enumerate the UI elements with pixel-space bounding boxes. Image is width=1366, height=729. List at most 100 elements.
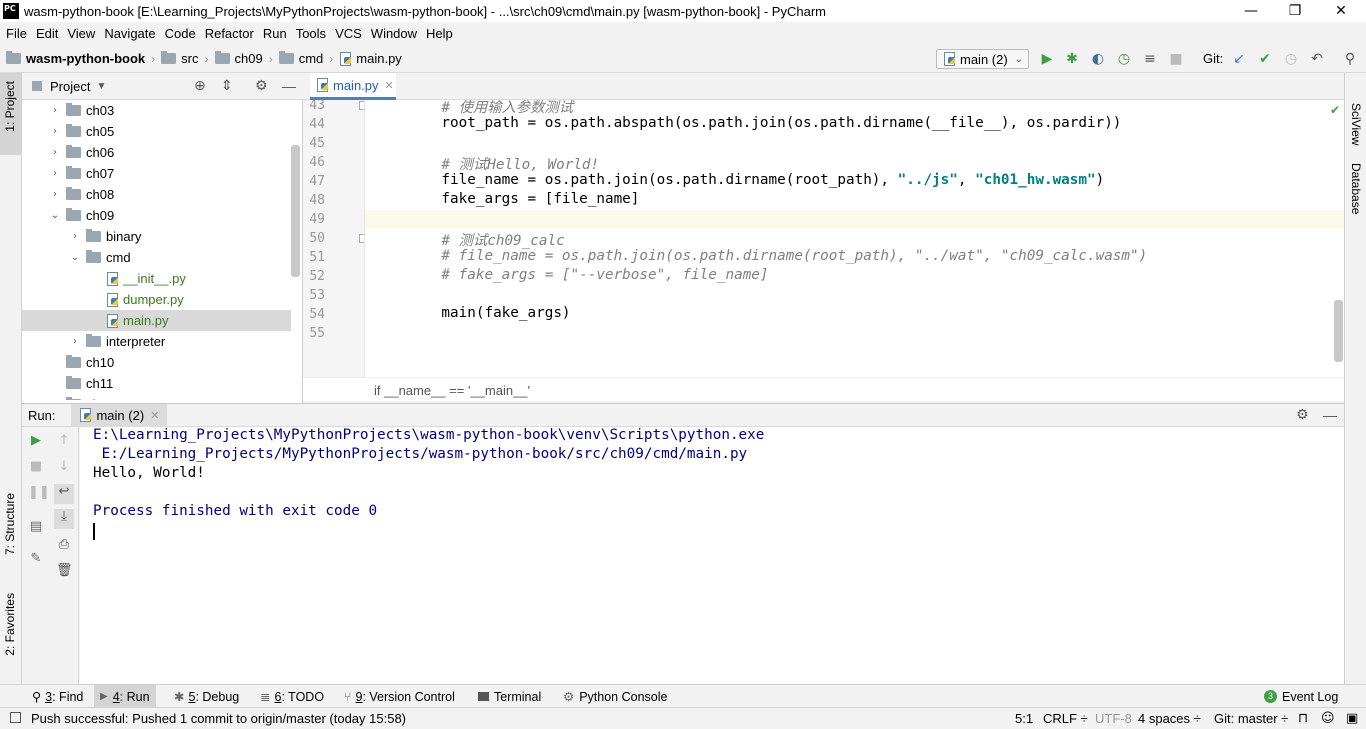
- minimize-button[interactable]: —: [1228, 0, 1274, 22]
- breadcrumb-src[interactable]: src ›: [161, 51, 209, 66]
- trash-icon[interactable]: 🗑: [56, 563, 73, 579]
- git-commit-icon[interactable]: ✔: [1257, 51, 1273, 67]
- tree-item[interactable]: › interpreter: [22, 331, 291, 352]
- tree-item[interactable]: __init__.py: [22, 268, 291, 289]
- chevron-right-icon[interactable]: ›: [48, 168, 62, 179]
- hide-panel-icon[interactable]: —: [1323, 407, 1337, 423]
- breadcrumb-hint[interactable]: if __name__ == '__main__': [303, 377, 1344, 401]
- soft-wrap-icon[interactable]: ↩: [54, 484, 74, 504]
- gear-icon[interactable]: ⚙: [255, 78, 268, 94]
- profile-icon[interactable]: ◷: [1116, 51, 1132, 67]
- database-tool-tab[interactable]: Database: [1349, 163, 1363, 214]
- git-branch[interactable]: Git: master ÷: [1214, 711, 1288, 726]
- locate-file-icon[interactable]: ⊕: [194, 78, 206, 94]
- tree-item[interactable]: › ch07: [22, 163, 291, 184]
- hide-panel-icon[interactable]: —: [282, 78, 296, 94]
- structure-tool-tab[interactable]: 7: Structure: [3, 493, 17, 555]
- git-update-icon[interactable]: ↙: [1231, 51, 1247, 67]
- memory-icon[interactable]: ▣: [1346, 711, 1358, 726]
- tool-tab-version-control[interactable]: ⑂ 9: Version Control: [338, 685, 461, 708]
- tree-item[interactable]: ch10: [22, 352, 291, 373]
- event-log-button[interactable]: 3 Event Log: [1258, 685, 1344, 708]
- history-icon[interactable]: ◷: [1283, 51, 1299, 67]
- chevron-right-icon[interactable]: ›: [68, 231, 82, 242]
- tree-item[interactable]: ch11: [22, 373, 291, 394]
- menu-code[interactable]: Code: [165, 26, 196, 41]
- up-arrow-icon[interactable]: ↑: [56, 433, 72, 449]
- chevron-down-icon[interactable]: ⌄: [68, 252, 82, 263]
- rollback-icon[interactable]: ↶: [1309, 51, 1325, 67]
- line-separator[interactable]: CRLF ÷: [1043, 711, 1088, 726]
- tool-tab-terminal[interactable]: Terminal: [472, 685, 547, 708]
- breadcrumb-cmd[interactable]: cmd ›: [278, 51, 333, 66]
- caret-position[interactable]: 5:1: [1015, 711, 1033, 726]
- stop-icon[interactable]: ■: [1168, 51, 1184, 67]
- file-encoding[interactable]: UTF-8: [1095, 711, 1132, 726]
- tree-item[interactable]: › ch08: [22, 184, 291, 205]
- chevron-right-icon[interactable]: ›: [48, 126, 62, 137]
- inspector-icon[interactable]: ☺: [1321, 711, 1335, 726]
- run-config-select[interactable]: main (2) ⌄: [936, 49, 1029, 69]
- search-icon[interactable]: ⚲: [1342, 51, 1358, 67]
- scroll-to-end-icon[interactable]: ⤓: [54, 509, 74, 529]
- indent-setting[interactable]: 4 spaces ÷: [1138, 711, 1201, 726]
- menu-file[interactable]: File: [6, 26, 27, 41]
- run-console-output[interactable]: E:\Learning_Projects\MyPythonProjects\wa…: [80, 427, 1344, 684]
- coverage-icon[interactable]: ◐: [1090, 51, 1106, 67]
- print-icon[interactable]: ⎙: [56, 537, 72, 553]
- chevron-right-icon[interactable]: ›: [48, 147, 62, 158]
- toggle-tool-windows-icon[interactable]: [10, 712, 21, 723]
- menu-view[interactable]: View: [67, 26, 95, 41]
- menu-edit[interactable]: Edit: [36, 26, 58, 41]
- pin-icon[interactable]: ✎: [28, 551, 44, 567]
- breadcrumb-project[interactable]: wasm-python-book ›: [6, 51, 155, 66]
- tree-item[interactable]: ⌄ ch09: [22, 205, 291, 226]
- tool-tab-run[interactable]: ▶ 4: Run: [94, 685, 156, 708]
- breadcrumb-ch09[interactable]: ch09 ›: [214, 51, 273, 66]
- down-arrow-icon[interactable]: ↓: [56, 459, 72, 475]
- tree-item[interactable]: › ch03: [22, 100, 291, 121]
- project-tool-tab[interactable]: 1: Project: [0, 73, 21, 155]
- tree-item[interactable]: ch12: [22, 394, 291, 400]
- tool-tab-python-console[interactable]: ⚙ Python Console: [557, 685, 673, 708]
- rerun-icon[interactable]: ▶: [28, 433, 44, 449]
- tool-tab-debug[interactable]: ✱ 5: Debug: [168, 685, 245, 708]
- menu-run[interactable]: Run: [263, 26, 287, 41]
- run-icon[interactable]: ▶: [1039, 51, 1055, 67]
- tab-run-main[interactable]: main (2) ✕: [71, 403, 168, 427]
- sciview-tool-tab[interactable]: SciView: [1349, 103, 1363, 145]
- chevron-down-icon[interactable]: ⌄: [48, 210, 62, 221]
- chevron-down-icon[interactable]: ▼: [96, 81, 106, 92]
- inspection-ok-icon[interactable]: ✔: [1330, 103, 1340, 117]
- restore-button[interactable]: ❐: [1272, 0, 1318, 22]
- gear-icon[interactable]: ⚙: [1296, 407, 1309, 423]
- menu-window[interactable]: Window: [371, 26, 417, 41]
- menu-tools[interactable]: Tools: [296, 26, 326, 41]
- editor-scrollbar[interactable]: [1334, 300, 1343, 362]
- project-scrollbar[interactable]: [291, 145, 300, 277]
- debug-bug-icon[interactable]: ✱: [1064, 51, 1080, 67]
- chevron-right-icon[interactable]: ›: [48, 105, 62, 116]
- status-message[interactable]: Push successful: Pushed 1 commit to orig…: [31, 711, 406, 726]
- collapse-all-icon[interactable]: ⇕: [221, 78, 233, 94]
- stop-icon[interactable]: ■: [28, 459, 44, 475]
- menu-help[interactable]: Help: [426, 26, 453, 41]
- tab-main-py[interactable]: main.py ✕: [310, 73, 396, 100]
- tool-tab-find[interactable]: ⚲ 3: Find: [26, 685, 89, 708]
- project-view-select[interactable]: Project: [50, 79, 90, 94]
- favorites-tool-tab[interactable]: 2: Favorites: [3, 593, 17, 656]
- menu-refactor[interactable]: Refactor: [205, 26, 254, 41]
- chevron-right-icon[interactable]: ›: [48, 189, 62, 200]
- breadcrumb-main-py[interactable]: main.py: [339, 51, 402, 66]
- tree-item[interactable]: main.py: [22, 310, 291, 331]
- tree-item[interactable]: › ch05: [22, 121, 291, 142]
- menu-navigate[interactable]: Navigate: [104, 26, 155, 41]
- menu-vcs[interactable]: VCS: [335, 26, 362, 41]
- close-tab-icon[interactable]: ✕: [385, 79, 394, 92]
- tree-item[interactable]: › ch06: [22, 142, 291, 163]
- layout-icon[interactable]: ▤: [28, 519, 44, 535]
- tree-item[interactable]: ⌄ cmd: [22, 247, 291, 268]
- close-button[interactable]: ✕: [1318, 0, 1364, 22]
- tool-tab-todo[interactable]: ≣ 6: TODO: [254, 685, 330, 708]
- close-tab-icon[interactable]: ✕: [150, 409, 159, 422]
